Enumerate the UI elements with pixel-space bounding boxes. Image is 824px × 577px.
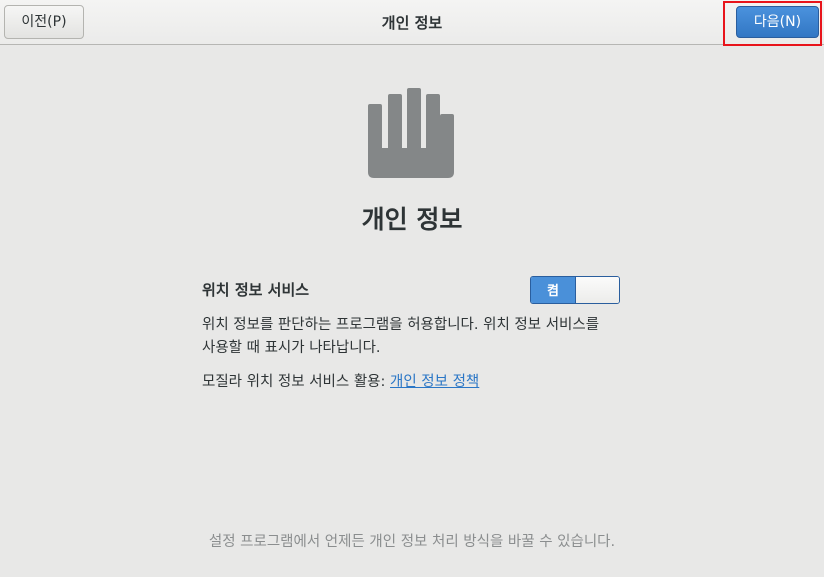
location-services-label: 위치 정보 서비스	[202, 281, 310, 299]
toggle-on-label: 켬	[531, 276, 575, 303]
header-bar: 이전(P) 개인 정보 다음(N)	[0, 0, 824, 46]
page-title: 개인 정보	[361, 205, 463, 234]
privacy-policy-link[interactable]: 개인 정보 정책	[390, 374, 479, 390]
policy-line: 모질라 위치 정보 서비스 활용: 개인 정보 정책	[202, 370, 622, 391]
location-services-toggle[interactable]: 켬	[530, 275, 620, 304]
location-description-line1: 위치 정보를 판단하는 프로그램을 허용합니다. 위치 정보 서비스를	[202, 317, 600, 333]
toggle-knob[interactable]	[574, 276, 619, 303]
privacy-content: 위치 정보 서비스 켬 위치 정보를 판단하는 프로그램을 허용합니다. 위치 …	[202, 275, 622, 391]
location-description-line2: 사용할 때 표시가 나타납니다.	[202, 340, 381, 356]
hand-stop-icon	[368, 88, 454, 178]
header-title: 개인 정보	[381, 14, 443, 32]
footer-note: 설정 프로그램에서 언제든 개인 정보 처리 방식을 바꿀 수 있습니다.	[208, 534, 616, 550]
next-button[interactable]: 다음(N)	[736, 6, 819, 38]
location-description: 위치 정보를 판단하는 프로그램을 허용합니다. 위치 정보 서비스를 사용할 …	[202, 314, 622, 360]
location-services-row: 위치 정보 서비스 켬	[202, 275, 622, 304]
policy-prefix: 모질라 위치 정보 서비스 활용:	[202, 374, 391, 390]
